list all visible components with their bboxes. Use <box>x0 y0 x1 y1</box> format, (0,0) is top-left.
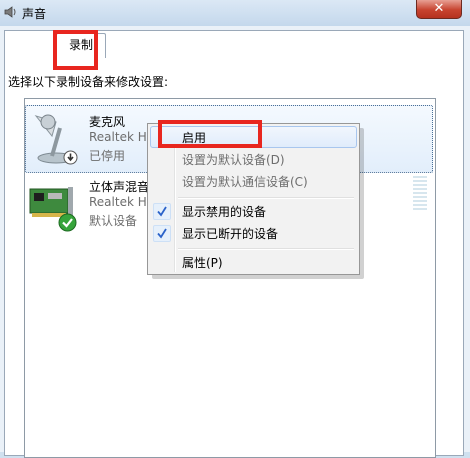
device-status-microphone: 已停用 <box>89 149 126 163</box>
menu-separator <box>178 248 354 250</box>
menu-item-set-default-label: 设置为默认设备(D) <box>182 153 285 167</box>
menu-item-properties-label: 属性(P) <box>182 256 223 270</box>
instruction-text: 选择以下录制设备来修改设置: <box>8 75 169 89</box>
menu-item-set-default-communication-label: 设置为默认通信设备(C) <box>182 175 308 189</box>
menu-item-show-disconnected[interactable]: 显示已断开的设备 <box>150 223 357 245</box>
default-checkmark-icon <box>58 213 77 232</box>
device-status-stereo-mix: 默认设备 <box>89 214 138 228</box>
menu-item-set-default[interactable]: 设置为默认设备(D) <box>150 149 357 171</box>
window-title: 声音 <box>22 7 47 21</box>
disabled-badge-icon <box>63 150 78 165</box>
device-name-stereo-mix: 立体声混音 <box>89 180 150 194</box>
menu-item-show-disabled-label: 显示禁用的设备 <box>182 205 267 219</box>
device-name-microphone: 麦克风 <box>89 115 126 129</box>
device-driver-stereo-mix: Realtek H <box>89 195 147 209</box>
checkmark-icon <box>153 203 171 220</box>
menu-item-show-disabled[interactable]: 显示禁用的设备 <box>150 201 357 223</box>
title-bar[interactable]: 声音 ✕ <box>0 0 470 26</box>
highlight-box-enable <box>158 120 262 148</box>
highlight-box-recording-tab <box>53 30 98 70</box>
level-meter <box>413 176 427 212</box>
checkmark-icon <box>153 225 171 242</box>
menu-item-properties[interactable]: 属性(P) <box>150 252 357 274</box>
menu-item-set-default-communication[interactable]: 设置为默认通信设备(C) <box>150 171 357 193</box>
close-button[interactable]: ✕ <box>416 0 462 19</box>
speaker-icon <box>4 6 16 18</box>
menu-separator <box>178 197 354 199</box>
menu-item-show-disconnected-label: 显示已断开的设备 <box>182 227 279 241</box>
device-driver-microphone: Realtek H <box>89 130 147 144</box>
